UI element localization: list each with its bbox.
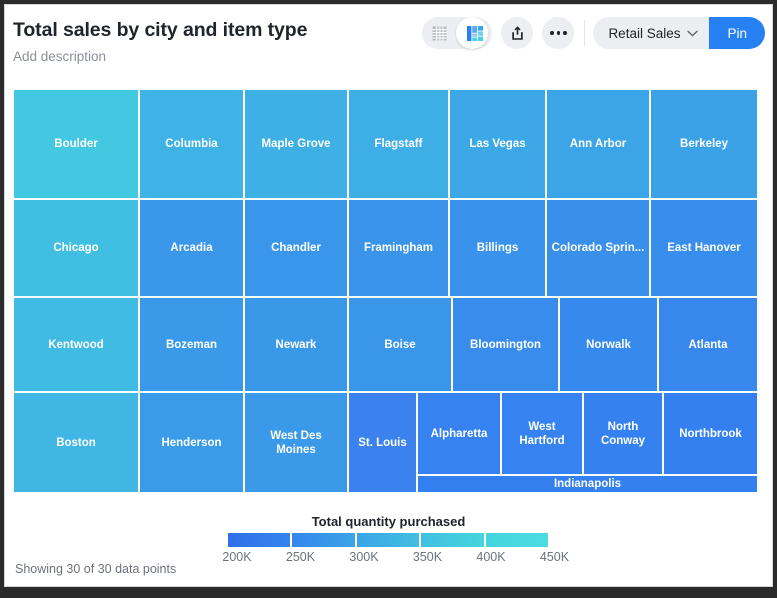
treemap-cell-label: North Conway (598, 420, 648, 448)
treemap-cell-label: Columbia (162, 137, 220, 151)
treemap-cell[interactable]: East Hanover (650, 199, 758, 297)
treemap-cell-label: Billings (474, 241, 522, 255)
treemap-cell-label: Norwalk (583, 338, 634, 352)
treemap-cell-label: Bloomington (467, 338, 544, 352)
header-toolbar: Retail Sales Pin (422, 14, 765, 52)
treemap-cell[interactable]: Bloomington (452, 297, 559, 392)
treemap-cell-label: Ann Arbor (567, 137, 629, 151)
treemap-cell-label: Kentwood (45, 338, 107, 352)
treemap-cell-label: East Hanover (664, 241, 744, 255)
treemap-cell-label: Maple Grove (258, 137, 333, 151)
treemap-cell[interactable]: Henderson (139, 392, 244, 493)
treemap-cell[interactable]: Boise (348, 297, 452, 392)
description-placeholder[interactable]: Add description (13, 49, 106, 64)
chart-view-button[interactable] (457, 17, 492, 49)
treemap-cell[interactable]: Ann Arbor (546, 89, 650, 199)
treemap-cell-label: West Des Moines (267, 429, 325, 457)
treemap-cell[interactable]: Atlanta (658, 297, 758, 392)
treemap-cell[interactable]: Boulder (13, 89, 139, 199)
treemap-cell[interactable]: Berkeley (650, 89, 758, 199)
chart-card: Total sales by city and item type Add de… (4, 4, 773, 587)
treemap-cell-label: Boulder (51, 137, 100, 151)
share-button[interactable] (501, 17, 533, 49)
treemap-cell[interactable]: Norwalk (559, 297, 658, 392)
treemap-cell-label: Boston (53, 436, 99, 450)
treemap-cell-label: Chandler (268, 241, 324, 255)
treemap-cell-label: Flagstaff (372, 137, 426, 151)
pin-button[interactable]: Pin (709, 17, 765, 49)
legend-title: Total quantity purchased (312, 514, 466, 529)
treemap-cell[interactable]: Framingham (348, 199, 449, 297)
share-upload-icon (510, 25, 525, 41)
treemap-cell-label: Atlanta (686, 338, 731, 352)
table-view-button[interactable] (422, 17, 457, 49)
view-mode-toggle[interactable] (422, 17, 492, 49)
treemap-cell-label: Las Vegas (466, 137, 528, 151)
treemap-cell[interactable]: Flagstaff (348, 89, 449, 199)
treemap-cell[interactable]: Chandler (244, 199, 348, 297)
legend-segment (228, 533, 290, 547)
treemap-cell[interactable]: Newark (244, 297, 348, 392)
treemap-cell[interactable]: West Des Moines (244, 392, 348, 493)
pin-label: Pin (727, 26, 747, 41)
table-grid-icon (432, 26, 447, 41)
more-options-button[interactable] (542, 17, 574, 49)
treemap-cell[interactable]: Alpharetta (417, 392, 501, 475)
treemap-cell-label: Newark (273, 338, 320, 352)
treemap-cell[interactable]: Columbia (139, 89, 244, 199)
treemap-cell[interactable]: Indianapolis (417, 475, 758, 493)
toolbar-divider (584, 20, 585, 46)
legend-segment (357, 533, 419, 547)
treemap-chart-icon (467, 26, 483, 41)
legend-segment (421, 533, 483, 547)
treemap-cell-label: West Hartford (502, 420, 582, 448)
treemap-cell-label: Boise (381, 338, 418, 352)
treemap-cell[interactable]: Chicago (13, 199, 139, 297)
page-title: Total sales by city and item type (13, 19, 307, 42)
screenshot-root: Total sales by city and item type Add de… (0, 0, 777, 598)
dataset-dropdown[interactable]: Retail Sales (593, 17, 709, 49)
treemap-cell-label: Bozeman (163, 338, 220, 352)
card-footer: Showing 30 of 30 data points (5, 558, 772, 586)
treemap-cell[interactable]: Colorado Sprin... (546, 199, 650, 297)
treemap-cell[interactable]: Arcadia (139, 199, 244, 297)
treemap-cell-label: Berkeley (677, 137, 731, 151)
treemap-cell-label: Indianapolis (551, 477, 624, 491)
treemap-cell[interactable]: Boston (13, 392, 139, 493)
treemap-cell-label: Arcadia (167, 241, 215, 255)
treemap-cell-label: Henderson (158, 436, 224, 450)
treemap-cell[interactable]: Maple Grove (244, 89, 348, 199)
treemap-cell-label: Colorado Sprin... (549, 241, 648, 255)
treemap-cell[interactable]: North Conway (583, 392, 663, 475)
treemap-cell[interactable]: Las Vegas (449, 89, 546, 199)
dataset-pin-group: Retail Sales Pin (593, 17, 765, 49)
treemap-cell[interactable]: Bozeman (139, 297, 244, 392)
treemap-cell[interactable]: Billings (449, 199, 546, 297)
treemap-cell-label: Chicago (50, 241, 101, 255)
more-horizontal-icon (550, 31, 567, 35)
chevron-down-icon (687, 30, 698, 37)
treemap-cell-label: St. Louis (355, 436, 410, 450)
treemap-cell[interactable]: West Hartford (501, 392, 583, 475)
treemap-cell[interactable]: Northbrook (663, 392, 758, 475)
card-header: Total sales by city and item type Add de… (5, 5, 772, 81)
treemap-cell-label: Framingham (361, 241, 436, 255)
treemap-cell[interactable]: St. Louis (348, 392, 417, 493)
legend-segment (486, 533, 548, 547)
data-point-status: Showing 30 of 30 data points (15, 562, 176, 576)
treemap-cell-label: Northbrook (676, 427, 745, 441)
treemap-chart[interactable]: Boulder Columbia Maple Grove Flagstaff Las V… (13, 89, 758, 493)
dataset-label: Retail Sales (608, 26, 680, 41)
treemap-cell[interactable]: Kentwood (13, 297, 139, 392)
legend-segment (292, 533, 354, 547)
legend-color-scale (228, 533, 548, 547)
treemap-cell-label: Alpharetta (428, 427, 491, 441)
